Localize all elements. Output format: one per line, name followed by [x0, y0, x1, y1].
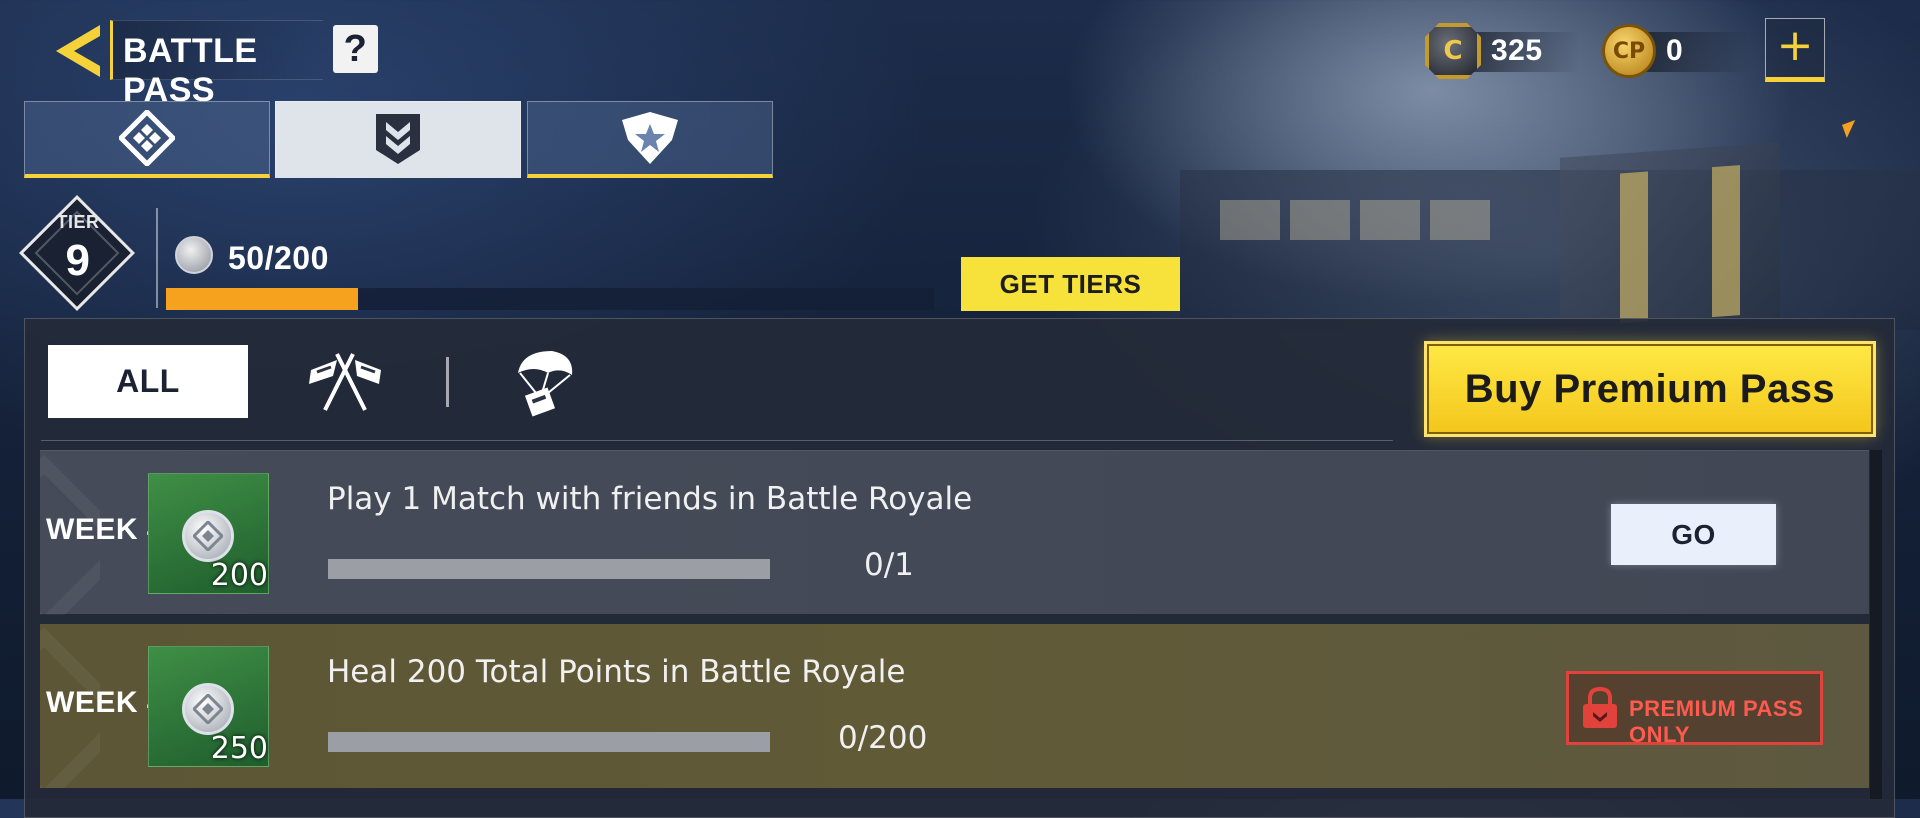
cod-points-c-coin-icon: C: [1425, 23, 1481, 79]
task-progress-bar: [328, 732, 770, 752]
xp-reward-icon: [182, 510, 234, 562]
premium-pass-only-label: PREMIUM PASS ONLY: [1629, 696, 1804, 747]
filter-divider: [446, 357, 449, 407]
page-title-box: BATTLE PASS: [110, 20, 323, 109]
tier-number: 9: [65, 236, 91, 285]
filter-underline: [41, 440, 1393, 441]
reward-amount: 250: [210, 731, 268, 766]
scrollbar[interactable]: [1870, 450, 1882, 799]
task-row: WEEK 4 250 Heal 200 Total Points in Batt…: [40, 624, 1869, 788]
go-button[interactable]: GO: [1611, 504, 1776, 565]
tab-star[interactable]: [527, 101, 773, 178]
filter-all-button[interactable]: ALL: [48, 345, 248, 418]
crossed-flags-icon: [309, 352, 381, 411]
xp-progress-bar: [166, 288, 934, 310]
currency-cp-value: 0: [1666, 34, 1684, 67]
xp-progress-text: 50/200: [228, 240, 329, 276]
tier-label: TIER: [56, 212, 100, 232]
get-tiers-button[interactable]: GET TIERS: [961, 257, 1180, 311]
task-progress-text: 0/1: [864, 547, 914, 583]
task-progress-text: 0/200: [838, 720, 928, 756]
currency-c-value: 325: [1491, 34, 1543, 67]
week-label: WEEK 4: [46, 513, 165, 546]
filter-battle-royale-button[interactable]: [505, 345, 585, 418]
currency-cp: CP 0: [1602, 20, 1683, 82]
tab-chevron[interactable]: [275, 101, 521, 178]
tier-divider: [156, 208, 158, 308]
mouse-cursor-icon: [1842, 120, 1860, 138]
buy-premium-pass-button[interactable]: Buy Premium Pass: [1424, 341, 1876, 437]
task-progress-bar: [328, 559, 770, 579]
xp-coin-icon: [175, 236, 213, 274]
premium-pass-only-badge[interactable]: PREMIUM PASS ONLY: [1566, 671, 1823, 747]
back-button[interactable]: [48, 22, 103, 80]
xp-reward-icon: [182, 683, 234, 735]
task-row: WEEK 4 200 Play 1 Match with friends in …: [40, 450, 1869, 614]
reward-tile: 250: [148, 646, 269, 767]
page-title: BATTLE PASS: [123, 32, 258, 109]
tab-battle-pass[interactable]: [24, 101, 270, 178]
add-currency-button[interactable]: +: [1765, 18, 1825, 82]
star-shield-icon: [622, 112, 678, 164]
chevron-shield-icon: [376, 114, 420, 164]
back-arrow-icon: [56, 25, 100, 77]
cp-coin-icon: CP: [1602, 24, 1656, 78]
task-description: Play 1 Match with friends in Battle Roya…: [327, 481, 973, 517]
battle-pass-diamond-icon: [119, 110, 175, 166]
week-label: WEEK 4: [46, 686, 165, 719]
task-description: Heal 200 Total Points in Battle Royale: [327, 654, 906, 690]
lock-icon: [1583, 686, 1617, 728]
background-banner: [1560, 142, 1780, 338]
filter-multiplayer-button[interactable]: [300, 345, 390, 418]
background-stadium: [1180, 170, 1920, 330]
reward-tile: 200: [148, 473, 269, 594]
airdrop-parachute-icon: [518, 350, 573, 416]
xp-progress-fill: [166, 288, 358, 310]
help-button[interactable]: ?: [333, 25, 378, 73]
currency-c: C 325: [1425, 20, 1543, 82]
reward-amount: 200: [210, 558, 268, 593]
